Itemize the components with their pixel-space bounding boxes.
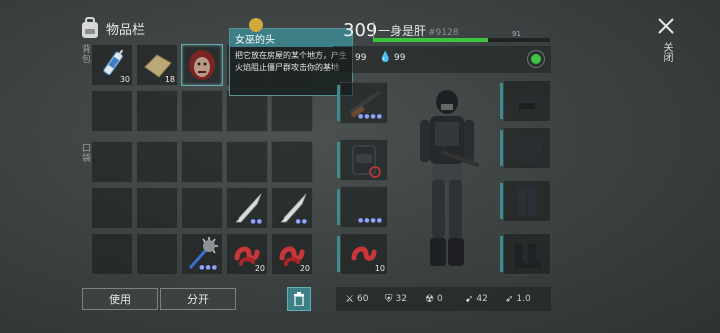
stat-value: 32 <box>395 294 407 304</box>
defense-icon: ⛨ <box>385 293 393 305</box>
coin-icon <box>249 18 263 32</box>
helmet-icon <box>514 94 540 109</box>
stat-value: 0 <box>436 294 443 304</box>
slot-empty[interactable] <box>91 233 133 275</box>
close-label[interactable]: 关闭 <box>659 42 674 62</box>
body-armor-icon <box>512 136 542 162</box>
slot-cloth[interactable]: 18 <box>136 44 178 86</box>
slot-empty[interactable] <box>91 187 133 229</box>
slot-red-bundle[interactable]: 20 <box>271 233 313 275</box>
slot-accent <box>500 130 503 166</box>
equip-slot-ammo[interactable]: 10 <box>337 233 388 275</box>
slot-empty[interactable] <box>91 90 133 132</box>
stat-radiation: ☢ 0 <box>425 291 443 307</box>
slot-accent <box>337 85 340 121</box>
stat-defense: ⛨ 32 <box>385 291 407 307</box>
inventory-title: 物品栏 <box>106 22 146 38</box>
water-value: 99 <box>394 53 406 63</box>
slot-mace[interactable]: ●●● <box>181 233 223 275</box>
equip-slot-backpack[interactable] <box>337 139 388 181</box>
slot-empty[interactable] <box>271 141 313 183</box>
use-button[interactable]: 使用 <box>82 288 158 310</box>
equip-slot-secondary[interactable]: ●●●● <box>337 186 388 228</box>
stat-attack: ⚔ 60 <box>345 291 368 307</box>
slot-qty: 20 <box>299 264 310 273</box>
equip-slot-primary[interactable]: ●●●● <box>337 82 388 124</box>
progress-value: 91 <box>512 30 521 38</box>
slot-empty[interactable] <box>181 187 223 229</box>
slot-empty[interactable] <box>136 141 178 183</box>
attack-icon: ⚔ <box>345 293 354 305</box>
slot-accent <box>337 189 340 225</box>
close-icon <box>658 18 674 34</box>
slot-empty[interactable] <box>136 233 178 275</box>
slot-witch-head[interactable] <box>181 44 223 86</box>
trash-button[interactable] <box>287 287 311 311</box>
slot-accent <box>337 236 340 272</box>
stat-speed: ➹ 42 <box>465 291 488 307</box>
slot-qty: 18 <box>164 75 175 84</box>
perk-button[interactable] <box>527 50 545 68</box>
slot-qty: 20 <box>254 264 265 273</box>
slot-accent <box>500 183 503 219</box>
gear-slot-helmet[interactable] <box>500 80 551 122</box>
stat-value: 60 <box>356 294 369 304</box>
close-button[interactable] <box>654 14 678 38</box>
slot-red-bundle[interactable]: 20 <box>226 233 268 275</box>
ammo-qty: 10 <box>374 264 385 273</box>
stat-value: 42 <box>476 294 488 304</box>
rarity-dots: ●●●● <box>358 217 383 224</box>
pants-icon <box>518 187 536 216</box>
radiation-icon: ☢ <box>425 293 434 305</box>
player-id: #9128 <box>428 28 459 38</box>
player-name: 一身是肝 <box>378 24 427 38</box>
slot-accent <box>500 236 503 272</box>
rarity-dots: ●● <box>295 218 308 225</box>
split-button[interactable]: 分开 <box>160 288 236 310</box>
slot-empty[interactable] <box>136 90 178 132</box>
xp-bar <box>373 38 550 42</box>
food-value: 99 <box>355 53 367 63</box>
rarity-dots: ●● <box>250 218 263 225</box>
star-icon <box>531 54 541 64</box>
rarity-dots: ●●●● <box>358 113 383 120</box>
slot-empty[interactable] <box>181 141 223 183</box>
vitals-row: 99 💧 99 <box>333 46 551 73</box>
gear-slot-pants[interactable] <box>500 180 551 222</box>
backpack-icon <box>82 17 98 38</box>
slot-qty: 30 <box>119 75 130 84</box>
dodge-icon: ➶ <box>505 293 514 305</box>
player-name-row: 一身是肝 #9128 <box>378 22 458 39</box>
slot-empty[interactable] <box>181 90 223 132</box>
gear-slot-boots[interactable] <box>500 233 551 275</box>
rarity-dots: ●●● <box>199 264 218 271</box>
tooltip-title: 女巫的头 <box>230 29 352 47</box>
stat-value: 1.0 <box>516 294 531 304</box>
trash-icon <box>294 292 304 306</box>
slot-empty[interactable] <box>271 90 313 132</box>
slot-machete[interactable]: ●● <box>271 187 313 229</box>
boots-icon <box>514 244 542 268</box>
slot-accent <box>500 83 503 119</box>
slot-machete[interactable]: ●● <box>226 187 268 229</box>
xp-bar-fill <box>373 38 489 42</box>
slot-accent <box>337 142 340 178</box>
slot-syringe[interactable]: 30 <box>91 44 133 86</box>
slot-empty[interactable] <box>136 187 178 229</box>
gear-slot-body-armor[interactable] <box>500 127 551 169</box>
slot-empty[interactable] <box>91 141 133 183</box>
witch-head-icon <box>189 50 215 80</box>
slot-empty[interactable] <box>226 141 268 183</box>
inventory-header: 物品栏 <box>80 16 145 40</box>
water-drop-icon: 💧 <box>379 52 392 63</box>
stat-dodge: ➶ 1.0 <box>505 291 531 307</box>
character-model <box>420 90 480 266</box>
tactical-backpack-icon <box>352 145 381 178</box>
slot-empty[interactable] <box>226 90 268 132</box>
speed-icon: ➹ <box>465 293 474 305</box>
